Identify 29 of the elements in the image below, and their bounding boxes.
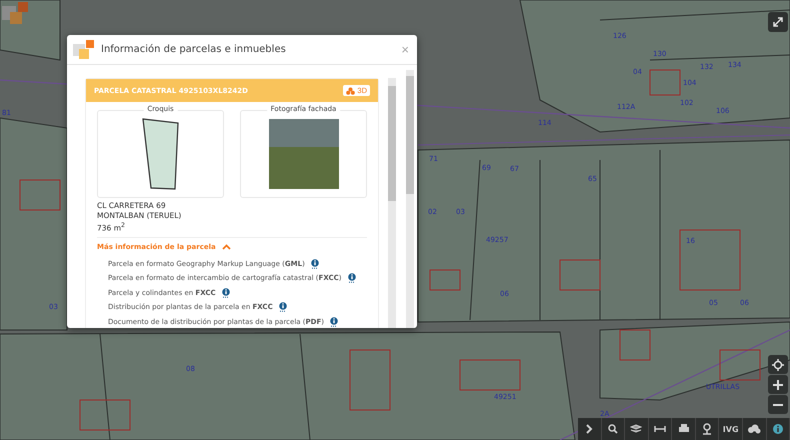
plus-icon	[773, 380, 783, 390]
parcel-outline-drawing	[142, 118, 180, 190]
crosshair-icon	[772, 358, 784, 370]
scrollbar[interactable]	[388, 78, 396, 328]
layers-icon	[630, 424, 642, 434]
info-icon[interactable]	[310, 258, 319, 269]
app-logo-icon	[73, 38, 95, 60]
scrollbar[interactable]	[406, 70, 414, 328]
printer-icon	[678, 424, 690, 434]
location-pin-icon	[702, 423, 712, 435]
info-icon[interactable]	[278, 302, 287, 312]
caret-icon	[222, 244, 231, 250]
facade-photo-placeholder	[268, 119, 338, 189]
chevron-right-icon	[584, 424, 594, 434]
info-icon[interactable]	[222, 288, 230, 298]
zoom-in-button[interactable]	[768, 375, 788, 394]
search-icon	[608, 424, 618, 434]
cubes-icon	[346, 86, 356, 94]
ruler-icon	[654, 426, 666, 432]
zoom-out-button[interactable]	[768, 395, 788, 414]
cloud-icon	[747, 424, 762, 434]
expand-arrows-icon	[772, 16, 784, 28]
info-icon[interactable]	[330, 316, 338, 327]
dialog-title: Información de parcelas e inmuebles	[101, 44, 287, 55]
fullscreen-button[interactable]	[768, 12, 788, 32]
ivg-tool-button[interactable]: IVG	[719, 418, 743, 440]
info-icon[interactable]	[348, 273, 356, 284]
locate-button[interactable]	[768, 355, 788, 374]
info-icon	[772, 424, 783, 434]
